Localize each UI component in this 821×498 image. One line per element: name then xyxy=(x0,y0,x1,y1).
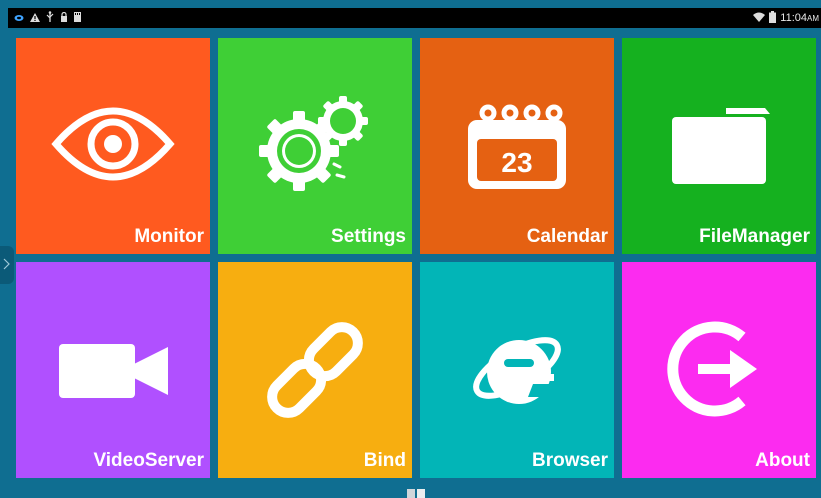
wifi-icon xyxy=(753,12,766,25)
tile-bind[interactable]: Bind xyxy=(218,262,412,478)
tile-label: Calendar xyxy=(526,226,608,247)
clock-ampm: AM xyxy=(807,14,819,23)
tile-videoserver[interactable]: VideoServer xyxy=(16,262,210,478)
eye-icon xyxy=(51,107,175,181)
tile-label: FileManager xyxy=(699,226,810,247)
clock: 11:04AM xyxy=(780,12,819,24)
tile-label: About xyxy=(755,450,810,471)
usb-icon xyxy=(46,9,54,27)
status-bar: 11:04AM xyxy=(8,8,821,28)
video-camera-icon xyxy=(59,344,168,398)
nav-handle-icon[interactable] xyxy=(407,489,425,498)
lock-icon xyxy=(60,9,68,27)
chevron-right-icon xyxy=(3,258,10,270)
tile-label: Monitor xyxy=(134,226,204,247)
tile-browser[interactable]: Browser xyxy=(420,262,614,478)
tile-label: VideoServer xyxy=(93,450,204,471)
status-bar-notifications xyxy=(14,11,81,25)
warning-icon xyxy=(30,9,40,27)
status-bar-system: 11:04AM xyxy=(753,10,819,26)
tile-calendar[interactable]: 23 Calendar xyxy=(420,38,614,254)
calendar-day: 23 xyxy=(501,147,532,178)
home-screen: 11:04AM Monitor Settings 23 Calendar Fil… xyxy=(0,0,821,498)
folder-icon xyxy=(672,108,770,184)
tile-label: Settings xyxy=(331,226,406,247)
tile-about[interactable]: About xyxy=(622,262,816,478)
browser-e-icon xyxy=(473,337,561,404)
clock-time: 11:04 xyxy=(780,12,807,24)
exit-arrow-icon xyxy=(667,321,757,417)
tile-label: Browser xyxy=(531,450,608,471)
drawer-handle[interactable] xyxy=(0,246,14,284)
tile-label: Bind xyxy=(363,450,406,471)
tile-monitor[interactable]: Monitor xyxy=(16,38,210,254)
tile-settings[interactable]: Settings xyxy=(218,38,412,254)
calendar-icon: 23 xyxy=(468,104,566,189)
link-icon xyxy=(267,322,363,418)
sd-card-icon xyxy=(74,9,81,27)
battery-icon xyxy=(769,10,777,26)
gears-icon xyxy=(259,96,368,191)
tile-filemanager[interactable]: FileManager xyxy=(622,38,816,254)
notification-icon xyxy=(14,9,24,27)
